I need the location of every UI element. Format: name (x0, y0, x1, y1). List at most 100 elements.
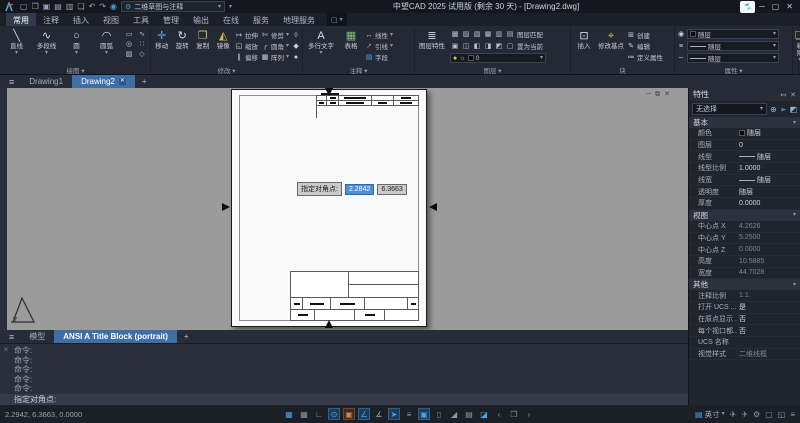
drawing-canvas[interactable]: ─⧉✕ (0, 88, 688, 330)
polyline-button[interactable]: ∿多段线▾ (33, 29, 60, 56)
line-button[interactable]: ╲直线▾ (3, 29, 30, 56)
dynamic-ucs-toggle[interactable]: ◢ (448, 408, 460, 420)
layer-tool-icon[interactable]: ▦ (483, 30, 493, 39)
tab-output[interactable]: 输出 (186, 13, 216, 26)
new-drawing-button[interactable]: + (135, 75, 154, 88)
create-block-button[interactable]: ⊞创建 (627, 30, 663, 40)
customize-statusbar-icon[interactable]: ≡ (790, 410, 795, 419)
erase-icon[interactable]: ◆ (292, 41, 300, 51)
panel-label-properties[interactable]: 属性 ▾ (677, 65, 790, 74)
prop-row-ucs-name[interactable]: UCS 名称 (689, 337, 800, 349)
layer-tool-icon[interactable]: ◧ (472, 42, 482, 51)
tab-geo[interactable]: 地理服务 (276, 13, 322, 26)
hatch-icon[interactable]: ▨ (123, 50, 135, 59)
prop-row-thickness[interactable]: 厚度0.0000 (689, 198, 800, 210)
prop-row-lineweight[interactable]: 线宽随层 (689, 175, 800, 187)
qat-customize-icon[interactable]: ▾ (229, 4, 232, 10)
new-layout-button[interactable]: + (177, 330, 196, 343)
command-input[interactable]: 指定对角点: (0, 394, 688, 406)
pickadd-toggle-icon[interactable]: ⊕ (770, 105, 777, 114)
leader-button[interactable]: ↗引线▾ (365, 41, 393, 51)
ucs-settings-icon[interactable]: ✈ (730, 410, 737, 419)
insert-block-button[interactable]: ⊡插入 (573, 29, 595, 50)
prop-row-width[interactable]: 宽度44.7028 (689, 268, 800, 280)
section-general[interactable]: 基本▾ (689, 117, 800, 128)
prop-row-ltscale[interactable]: 线型比例1.0000 (689, 163, 800, 175)
clean-screen-icon[interactable]: ▢ (765, 410, 773, 419)
tab-online[interactable]: 在线 (216, 13, 246, 26)
dynamic-input-y[interactable]: 6.3663 (377, 184, 406, 195)
circle-button[interactable]: ○圆▾ (63, 29, 90, 56)
dynamic-input-x[interactable]: 2.2842 (345, 184, 374, 195)
osnap-toggle[interactable]: ▣ (343, 408, 355, 420)
minimize-button[interactable]: ─ (759, 2, 765, 11)
section-misc[interactable]: 其他▾ (689, 279, 800, 290)
doc-tab-drawing2[interactable]: Drawing2✕ (72, 75, 135, 88)
scale-button[interactable]: ◱缩放 (235, 41, 258, 51)
layer-tool-icon[interactable]: ▣ (450, 42, 460, 51)
layer-tool-icon[interactable]: ▨ (461, 30, 471, 39)
pager-right-icon[interactable]: › (523, 408, 535, 420)
preview-icon[interactable]: ❏ (77, 2, 84, 12)
prop-row-visual-style[interactable]: 视觉样式二维线框 (689, 349, 800, 361)
pager-left-icon[interactable]: ‹ (493, 408, 505, 420)
pager-panel-icon[interactable]: ❒ (508, 408, 520, 420)
undo-icon[interactable]: ↶ (89, 2, 96, 12)
move-button[interactable]: ✛移动 (153, 29, 171, 50)
tab-annotate[interactable]: 注释 (36, 13, 66, 26)
transparency-toggle[interactable]: ▣ (418, 408, 430, 420)
doc-tab-drawing1[interactable]: Drawing1 (20, 75, 72, 88)
explode-icon[interactable]: ◊ (292, 30, 300, 40)
layer-dropdown[interactable]: ● ☼ 0 ▾ (450, 53, 546, 63)
redo-icon[interactable]: ↷ (99, 2, 106, 12)
selection-filter-dropdown[interactable]: 无选择 ▾ (692, 103, 767, 115)
section-view[interactable]: 视图▾ (689, 210, 800, 221)
otrack-toggle[interactable]: ∡ (373, 408, 385, 420)
workspace-toggle[interactable]: ◪ (478, 408, 490, 420)
layer-tool-icon[interactable]: ◫ (461, 42, 471, 51)
region-icon[interactable]: ◇ (136, 50, 148, 59)
snap-toggle[interactable]: ▦ (283, 408, 295, 420)
tab-services[interactable]: 服务 (246, 13, 276, 26)
layer-tool-icon[interactable]: ▢ (505, 42, 515, 51)
ribbon-display-toggle[interactable]: ▢▾ (327, 13, 347, 26)
doc-minimize-button[interactable]: ─ (646, 91, 655, 98)
maximize-button[interactable]: ▢ (772, 2, 780, 11)
prop-row-color[interactable]: 颜色随层 (689, 128, 800, 140)
layer-tool-icon[interactable]: ▤ (505, 30, 515, 39)
panel-label-modify[interactable]: 修改 ▾ (153, 65, 300, 74)
units-dropdown[interactable]: ▤英寸▾ (695, 409, 725, 420)
table-button[interactable]: ▦表格 (340, 29, 362, 50)
dynamic-input-toggle[interactable]: ➤ (388, 408, 400, 420)
spline-icon[interactable]: ∿ (136, 30, 148, 39)
quick-select-icon[interactable]: ◩ (789, 105, 797, 114)
tab-tools[interactable]: 工具 (126, 13, 156, 26)
point-icon[interactable]: ∷ (136, 40, 148, 49)
command-close-icon[interactable]: ✕ (3, 346, 9, 354)
layer-tool-icon[interactable]: ▧ (472, 30, 482, 39)
layer-properties-button[interactable]: ≣图层特性 (417, 29, 447, 50)
trim-button[interactable]: ✄修剪▾ (261, 30, 289, 40)
hardware-acceleration-icon[interactable]: ⚙ (753, 410, 760, 419)
isometric-drafting-icon[interactable]: ✈ (741, 410, 748, 419)
copy-button[interactable]: ❐复制 (194, 29, 212, 50)
tab-home[interactable]: 常用 (6, 13, 36, 26)
save-icon[interactable]: ▣ (43, 2, 51, 12)
tab-manage[interactable]: 管理 (156, 13, 186, 26)
prop-row-linetype[interactable]: 线型随层 (689, 151, 800, 163)
fillet-button[interactable]: ╭圆角▾ (261, 41, 289, 51)
offset-button[interactable]: ∥偏移 (235, 52, 258, 62)
doc-tab-menu-icon[interactable]: ≡ (3, 75, 20, 88)
workspace-switcher[interactable]: ⚙ 二维草图与注释 ▾ (121, 1, 225, 12)
prop-row-ucs-icon-on[interactable]: 打开 UCS ...是 (689, 302, 800, 314)
prop-row-ucs-per-viewport[interactable]: 每个视口都...否 (689, 325, 800, 337)
make-current-button[interactable]: 置为当前 (517, 41, 543, 51)
grid-toggle[interactable]: ▦ (298, 408, 310, 420)
fullscreen-icon[interactable]: ◱ (778, 410, 786, 419)
panel-label-draw[interactable]: 绘图 ▾ (3, 65, 148, 74)
prop-row-transparency[interactable]: 透明度随层 (689, 186, 800, 198)
layout-tab-menu-icon[interactable]: ≡ (3, 330, 20, 343)
paste-button[interactable]: ❏粘贴▾ (795, 29, 800, 63)
tab-insert[interactable]: 插入 (66, 13, 96, 26)
new-icon[interactable]: ▢ (20, 2, 28, 12)
